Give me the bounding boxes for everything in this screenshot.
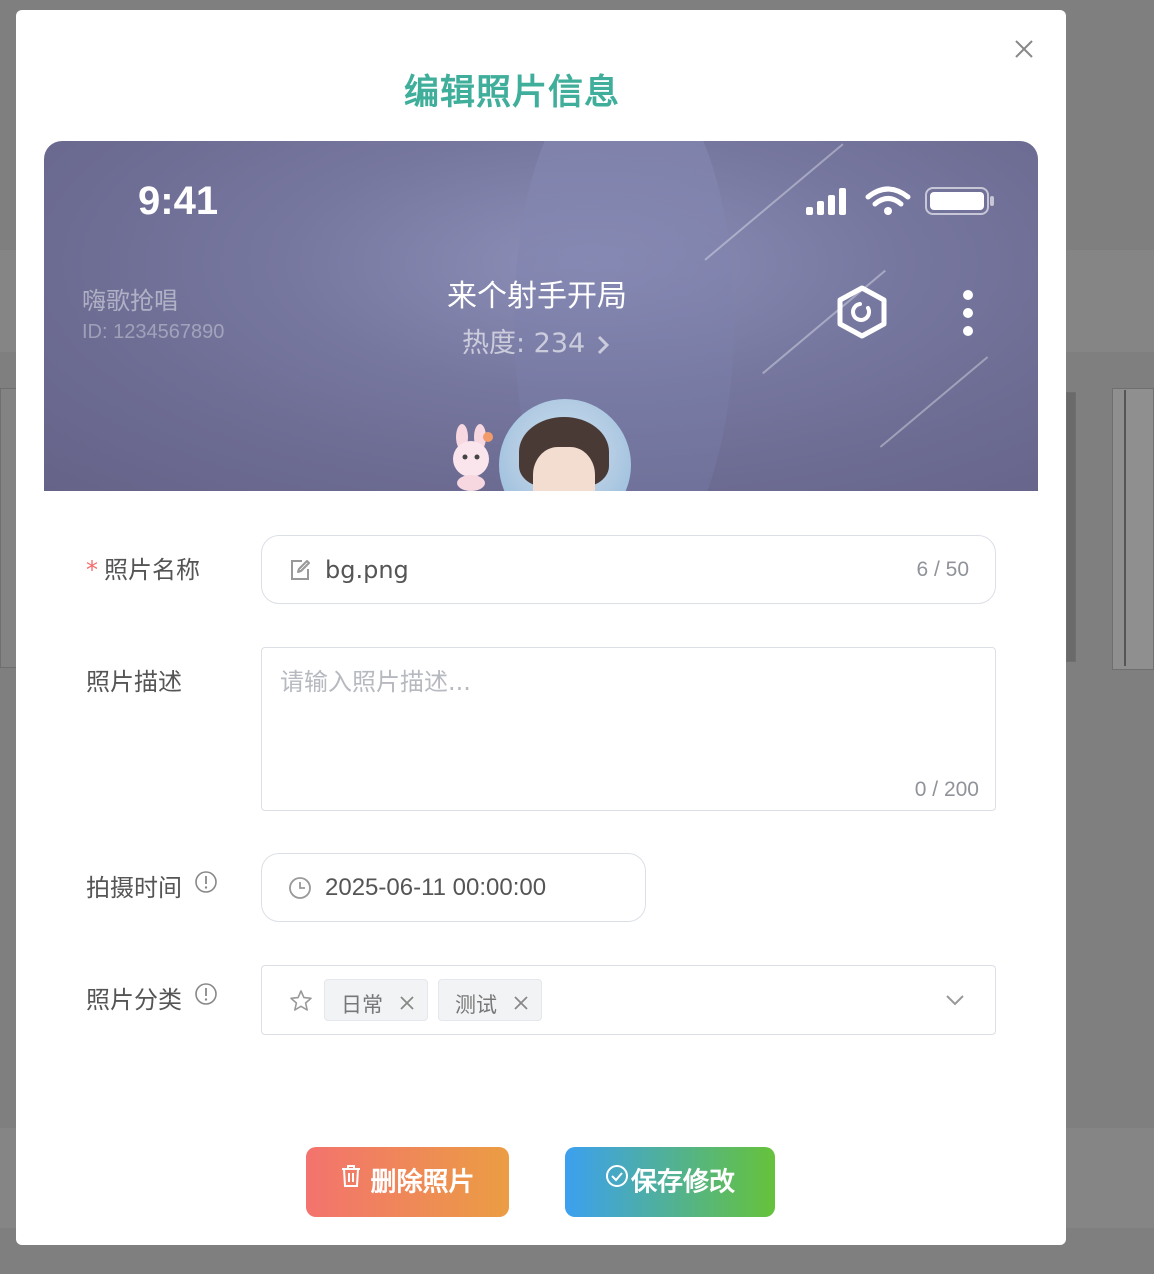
edit-photo-dialog: 编辑照片信息 9:41 嗨歌抢唱 ID: 1234567890 来个射手开局 热… [16,10,1066,1245]
chevron-right-icon [597,335,609,354]
category-tag: 日常 [324,979,428,1021]
heat-text: 热度: 234 [462,328,586,359]
photo-description-count: 0 / 200 [914,778,979,801]
photo-category-select[interactable]: 日常 测试 [261,965,996,1035]
more-vertical-icon[interactable] [960,289,976,343]
photo-name-count: 6 / 50 [916,558,969,581]
shoot-time-value: 2025-06-11 00:00:00 [325,874,547,901]
avatar-face [533,447,595,491]
shoot-time-label: 拍摄时间 [86,874,182,902]
save-changes-label: 保存修改 [630,1167,735,1198]
close-icon[interactable] [513,992,529,1016]
photo-description-label: 照片描述 [86,668,182,696]
category-tag: 测试 [438,979,542,1021]
photo-name-label-text: 照片名称 [104,556,200,584]
background-card-far-right [1112,388,1154,670]
photo-name-value: bg.png [325,556,409,584]
photo-description-placeholder: 请输入照片描述... [280,668,471,696]
check-circle-icon [605,1145,629,1215]
category-tag-label: 日常 [341,993,383,1017]
star-icon [289,989,313,1017]
heat-label: 热度: 234 [462,321,612,360]
delete-photo-label: 删除照片 [370,1167,475,1198]
status-bar-icons [806,185,996,221]
status-time: 9:41 [138,179,219,223]
category-tag-label: 测试 [455,993,497,1017]
required-mark: * [86,556,98,584]
photo-description-input[interactable]: 请输入照片描述... 0 / 200 [261,647,996,811]
save-changes-button[interactable]: 保存修改 [565,1147,775,1217]
dialog-title: 编辑照片信息 [403,73,620,113]
trash-icon [340,1145,362,1215]
hexagon-icon[interactable] [834,284,890,344]
room-id: ID: 1234567890 [82,321,225,343]
preview-streak [879,356,989,448]
background-divider [1124,390,1126,666]
info-icon[interactable] [195,871,217,893]
photo-category-label: 照片分类 [86,986,182,1014]
edit-icon [288,558,312,586]
clock-icon [288,876,312,904]
chevron-down-icon[interactable] [945,992,965,1011]
photo-name-label: * 照片名称 [86,550,200,585]
shoot-time-picker[interactable]: 2025-06-11 00:00:00 [261,853,646,922]
close-icon[interactable] [1012,37,1036,61]
song-title-text: 来个射手开局 [447,279,627,314]
background-card-right [1066,392,1076,662]
photo-name-input[interactable]: bg.png 6 / 50 [261,535,996,604]
close-icon[interactable] [399,992,415,1016]
info-icon[interactable] [195,983,217,1005]
delete-photo-button[interactable]: 删除照片 [306,1147,509,1217]
photo-preview: 9:41 嗨歌抢唱 ID: 1234567890 来个射手开局 热度: 234 [44,141,1038,491]
